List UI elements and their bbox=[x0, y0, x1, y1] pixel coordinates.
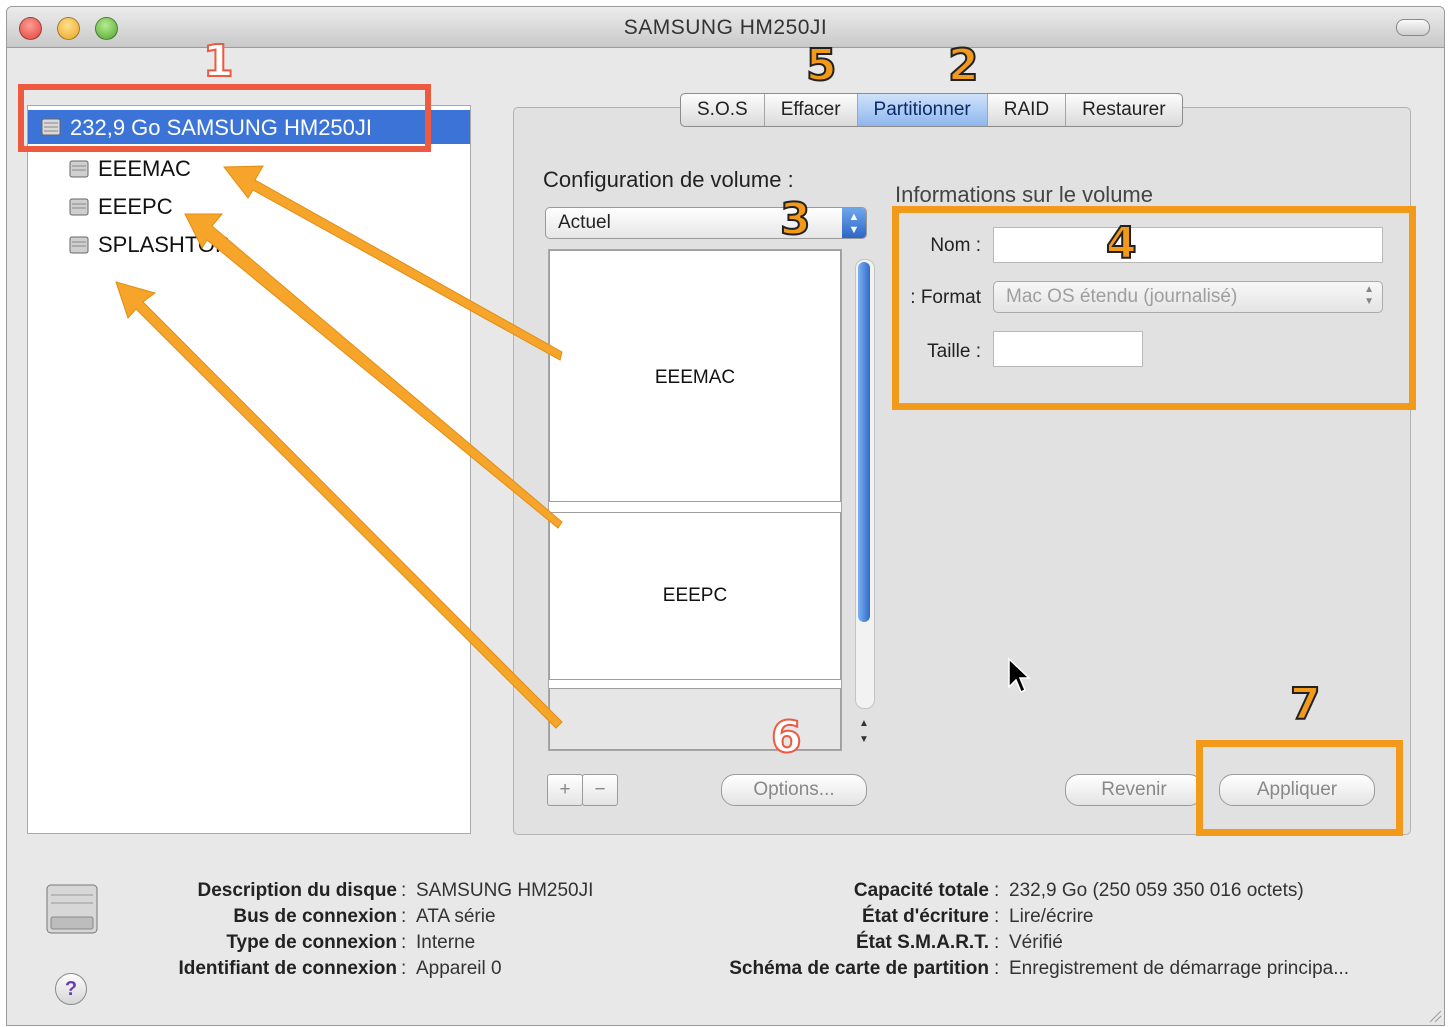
annotation-box-volume-info bbox=[892, 206, 1416, 410]
annotation-number-6: 6 bbox=[770, 712, 803, 763]
annotation-number-2: 2 bbox=[947, 40, 980, 91]
annotation-number-5: 5 bbox=[805, 40, 838, 91]
annotation-number-4: 4 bbox=[1105, 218, 1138, 269]
annotation-number-7: 7 bbox=[1289, 679, 1322, 730]
annotation-arrows bbox=[115, 165, 563, 729]
annotation-number-1: 1 bbox=[202, 36, 235, 87]
annotation-box-drive bbox=[18, 84, 431, 152]
annotation-arrow bbox=[115, 165, 563, 729]
annotation-box-apply bbox=[1196, 740, 1403, 836]
annotation-number-3: 3 bbox=[779, 194, 812, 245]
